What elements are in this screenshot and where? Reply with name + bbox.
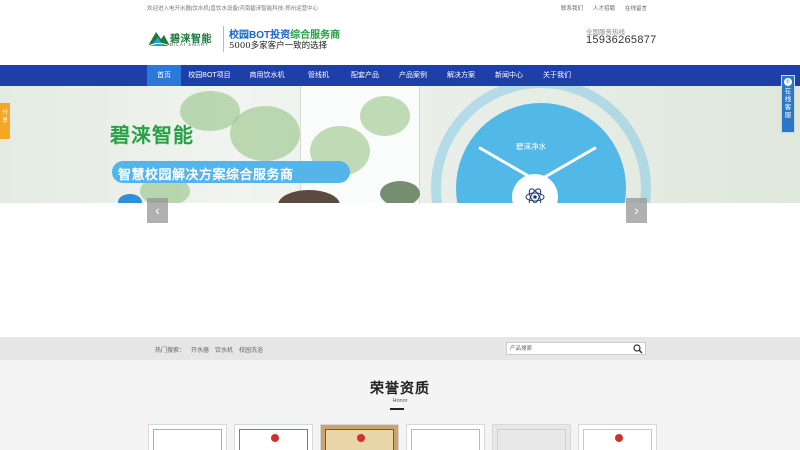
search-icon[interactable] [633,344,643,354]
honor-section: 荣誉资质 Honor [0,360,800,450]
search-strip: 热门搜索： 开水器 饮水机 校园洗浴 [0,337,800,360]
certificate-frame [497,429,566,450]
nav-item-about[interactable]: 关于我们 [533,65,581,86]
emblem-icon [615,434,623,442]
hot-keyword[interactable]: 校园洗浴 [239,345,263,354]
hero-banner[interactable]: 碧涞净水 碧涞智能 智慧校园解决方案综合服务商 [0,86,800,203]
atom-icon [512,174,558,203]
logo-subtitle: BILAI SMART [170,42,209,47]
hot-keyword[interactable]: 开水器 [191,345,209,354]
nav-item-news[interactable]: 新闻中心 [485,65,533,86]
slider-prev-button[interactable]: ‹ [147,198,168,223]
nav-item-cases[interactable]: 产品案例 [389,65,437,86]
certificate-card[interactable] [578,424,657,450]
share-tab[interactable]: 分享 [0,103,10,139]
careers-link[interactable]: 人才招聘 [593,4,615,12]
hot-keyword[interactable]: 饮水机 [215,345,233,354]
chevron-right-icon: › [634,202,639,218]
message-link[interactable]: 在线留言 [625,4,647,12]
hot-search-label: 热门搜索： [155,348,186,354]
certificate-frame [411,429,480,450]
header-divider [223,26,224,52]
honor-divider [390,408,404,410]
hotline-number: 15936265877 [586,34,657,46]
banner-title: 碧涞智能 [110,125,194,147]
banner-foliage [380,181,420,203]
certificate-list [148,424,657,450]
search-input[interactable] [510,344,630,354]
banner-foliage [360,96,410,136]
emblem-icon [357,434,365,442]
main-nav: 首页 校园BOT项目 商用饮水机 管线机 配套产品 产品案例 解决方案 新闻中心… [0,65,800,86]
search-box [506,342,646,355]
banner-foliage [230,106,300,161]
honor-title: 荣誉资质 [370,380,430,396]
banner-blue-shape [118,194,142,203]
emblem-icon [271,434,279,442]
contact-us-link[interactable]: 联系我们 [561,4,583,12]
slider-next-button[interactable]: › [626,198,647,223]
certificate-card[interactable] [406,424,485,450]
nav-item-solutions[interactable]: 解决方案 [437,65,485,86]
banner-subtitle: 智慧校园解决方案综合服务商 [118,167,294,182]
online-service-label: 在线客服 [784,88,792,119]
honor-subtitle: Honor [392,398,408,404]
hot-search: 热门搜索： 开水器 饮水机 校园洗浴 [155,345,263,354]
online-service-tab[interactable]: ✆ 在线客服 [781,75,795,133]
nav-item-accessories[interactable]: 配套产品 [341,65,389,86]
logo[interactable]: 碧涞智能 BILAI SMART [148,28,220,50]
nav-item-commercial[interactable]: 商用饮水机 [238,65,296,86]
top-bar: 欢迎进入电开水器|饮水机|直饮水设备|河南碧涞智能科技-郑州运营中心 联系我们 … [0,0,800,14]
nav-item-bot[interactable]: 校园BOT项目 [181,65,238,86]
nav-list: 首页 校园BOT项目 商用饮水机 管线机 配套产品 产品案例 解决方案 新闻中心… [147,65,581,86]
welcome-text: 欢迎进入电开水器|饮水机|直饮水设备|河南碧涞智能科技-郑州运营中心 [147,6,319,12]
nav-item-home[interactable]: 首页 [147,65,181,86]
banner-circle-label: 碧涞净水 [516,142,546,151]
chat-icon: ✆ [784,78,792,86]
banner-lower-area [0,203,800,337]
header: 碧涞智能 BILAI SMART 校园BOT投资综合服务商 5000多家客户一致… [0,14,800,65]
top-links: 联系我们 人才招聘 在线留言 [561,4,647,12]
certificate-frame [153,429,222,450]
certificate-card[interactable] [492,424,571,450]
page: 欢迎进入电开水器|饮水机|直饮水设备|河南碧涞智能科技-郑州运营中心 联系我们 … [0,0,800,450]
certificate-card[interactable] [148,424,227,450]
nav-item-pipeline[interactable]: 管线机 [296,65,341,86]
slogan-secondary: 5000多家客户一致的选择 [229,41,328,51]
chevron-left-icon: ‹ [155,202,160,218]
certificate-card[interactable] [320,424,399,450]
certificate-card[interactable] [234,424,313,450]
mountain-logo-icon [148,32,170,47]
